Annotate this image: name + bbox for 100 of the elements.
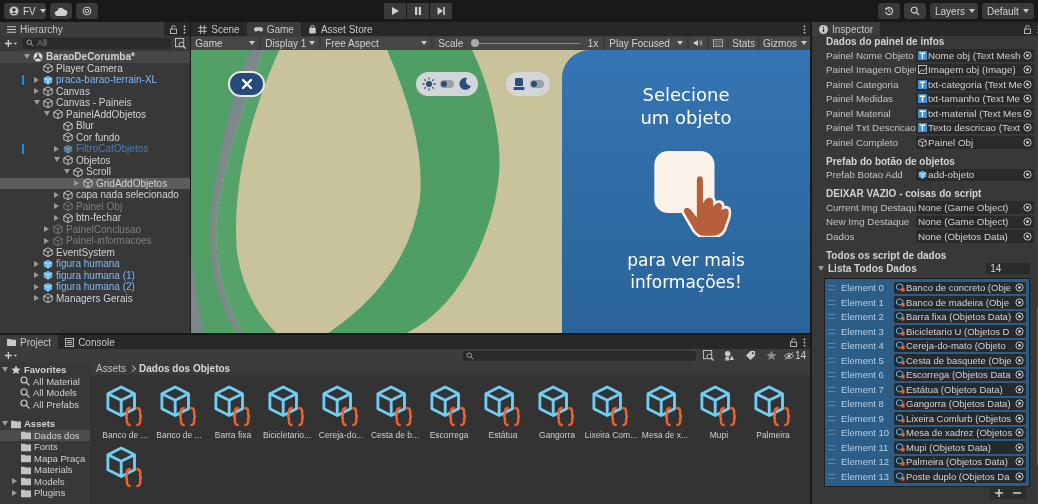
hierarchy-item[interactable]: EventSystem bbox=[0, 246, 191, 258]
drag-handle-icon[interactable] bbox=[828, 328, 835, 334]
layers-dropdown[interactable]: Layers bbox=[930, 3, 978, 19]
folder-item[interactable]: Models bbox=[0, 475, 90, 487]
mute-audio-button[interactable] bbox=[689, 36, 708, 50]
expand-arrow-icon[interactable] bbox=[34, 88, 40, 95]
theme-toggle[interactable] bbox=[416, 72, 479, 96]
object-field[interactable]: Bicicletario U (Objetos D bbox=[894, 325, 1027, 338]
view-toggle[interactable] bbox=[506, 72, 551, 96]
more-icon[interactable] bbox=[803, 337, 806, 347]
scriptable-object-icon[interactable] bbox=[160, 385, 198, 427]
expand-arrow-icon[interactable] bbox=[818, 265, 824, 272]
breadcrumb-link[interactable]: Assets bbox=[96, 363, 126, 374]
object-field[interactable]: Cesta de basquete (Obje bbox=[894, 354, 1027, 367]
pause-button[interactable] bbox=[407, 3, 429, 19]
drag-handle-icon[interactable] bbox=[828, 343, 835, 349]
display-dropdown[interactable]: Display 1 bbox=[261, 36, 320, 50]
drag-handle-icon[interactable] bbox=[828, 386, 835, 392]
object-field[interactable]: Cereja-do-mato (Objeto bbox=[894, 339, 1027, 352]
object-field[interactable]: txt-categoria (Text Me bbox=[916, 78, 1035, 91]
hierarchy-item[interactable]: PainelAddObjetos bbox=[0, 108, 191, 120]
drag-handle-icon[interactable] bbox=[828, 459, 835, 465]
object-field[interactable]: Barra fixa (Objetos Data) bbox=[894, 310, 1027, 323]
search-button[interactable] bbox=[904, 3, 926, 19]
scriptable-object-icon[interactable] bbox=[646, 385, 684, 427]
display-mode-dropdown[interactable]: Game bbox=[191, 36, 260, 50]
hierarchy-item[interactable]: Cor fundo bbox=[0, 131, 191, 143]
folder-item[interactable]: Dados dos bbox=[0, 429, 90, 441]
object-field[interactable]: Imagem obj (Image) bbox=[916, 63, 1035, 76]
scriptable-object-icon[interactable] bbox=[484, 385, 522, 427]
object-field[interactable]: Banco de madeira (Obje bbox=[894, 296, 1027, 309]
scriptable-object-icon[interactable] bbox=[376, 385, 414, 427]
scene-search-icon[interactable] bbox=[175, 37, 187, 49]
hierarchy-item[interactable]: Managers Gerais bbox=[0, 292, 191, 304]
object-field[interactable]: Nome obj (Text Mesh bbox=[916, 49, 1035, 62]
folder-item[interactable]: Fonts bbox=[0, 441, 90, 453]
hierarchy-item[interactable]: capa nada selecionado bbox=[0, 189, 191, 201]
view-tab[interactable]: Game bbox=[246, 22, 301, 36]
history-button[interactable] bbox=[878, 3, 900, 19]
view-tab[interactable]: Asset Store bbox=[300, 22, 380, 36]
inspector-tab[interactable]: Inspector bbox=[812, 22, 881, 36]
drag-handle-icon[interactable] bbox=[828, 357, 835, 363]
breadcrumb-link[interactable]: Dados dos Objetos bbox=[139, 363, 231, 374]
object-field[interactable]: Gangorra (Objetos Data) bbox=[894, 397, 1027, 410]
tag-icon[interactable] bbox=[744, 350, 756, 361]
more-icon[interactable] bbox=[183, 24, 186, 34]
object-field[interactable]: Escorrega (Objetos Data bbox=[894, 368, 1027, 381]
search-field[interactable]: All bbox=[22, 37, 172, 49]
scriptable-object-icon[interactable] bbox=[430, 385, 468, 427]
hierarchy-item[interactable]: Player Camera bbox=[0, 62, 191, 74]
hierarchy-item[interactable]: GridAddObjetos bbox=[0, 177, 191, 189]
search-scene-icon[interactable] bbox=[702, 350, 714, 361]
object-field[interactable]: Banco de concreto (Obje bbox=[894, 281, 1027, 294]
hierarchy-item[interactable]: praca-barao-terrain-XL bbox=[0, 74, 191, 86]
expand-arrow-icon[interactable] bbox=[44, 226, 50, 233]
scriptable-object-icon[interactable] bbox=[106, 446, 144, 488]
keyboard-button[interactable] bbox=[709, 36, 728, 50]
hierarchy-item[interactable]: BaraoDeCorumba* bbox=[0, 51, 191, 63]
scriptable-object-icon[interactable] bbox=[538, 385, 576, 427]
drag-handle-icon[interactable] bbox=[828, 372, 835, 378]
scriptable-object-icon[interactable] bbox=[700, 385, 738, 427]
expand-arrow-icon[interactable] bbox=[54, 214, 60, 221]
favorite-search-item[interactable]: All Material bbox=[0, 375, 90, 387]
favorite-search-item[interactable]: All Prefabs bbox=[0, 398, 90, 410]
drag-handle-icon[interactable] bbox=[828, 401, 835, 407]
expand-arrow-icon[interactable] bbox=[44, 237, 50, 244]
drag-handle-icon[interactable] bbox=[828, 473, 835, 479]
scriptable-object-icon[interactable] bbox=[106, 385, 144, 427]
expand-arrow-icon[interactable] bbox=[34, 295, 40, 302]
account-button[interactable]: FV bbox=[4, 3, 46, 19]
object-field[interactable]: None (Game Object) bbox=[916, 201, 1035, 214]
object-field[interactable]: txt-tamanho (Text Me bbox=[916, 92, 1035, 105]
lock-icon[interactable] bbox=[1024, 24, 1032, 34]
filter-type-icon[interactable] bbox=[723, 350, 735, 361]
drag-handle-icon[interactable] bbox=[828, 444, 835, 450]
scriptable-object-icon[interactable] bbox=[322, 385, 360, 427]
panel-tab[interactable]: Console bbox=[58, 335, 122, 349]
object-field[interactable]: Poste duplo (Objetos Da bbox=[894, 470, 1027, 483]
object-field[interactable]: add-objeto bbox=[916, 168, 1035, 181]
hidden-packages-button[interactable]: 14 bbox=[783, 350, 806, 361]
step-button[interactable] bbox=[430, 3, 452, 19]
object-field[interactable]: Lixeira Comlurb (Objetos bbox=[894, 412, 1027, 425]
drag-handle-icon[interactable] bbox=[828, 299, 835, 305]
drag-handle-icon[interactable] bbox=[828, 430, 835, 436]
hierarchy-item[interactable]: Canvas bbox=[0, 85, 191, 97]
hierarchy-item[interactable]: Canvas - Paineis bbox=[0, 97, 191, 109]
more-icon[interactable] bbox=[803, 24, 806, 34]
view-tab[interactable]: Scene bbox=[191, 22, 247, 36]
layout-dropdown[interactable]: Default bbox=[982, 3, 1034, 19]
scriptable-object-icon[interactable] bbox=[592, 385, 630, 427]
gizmos-dropdown[interactable]: Gizmos bbox=[760, 36, 810, 50]
object-field[interactable]: None (Objetos Data) bbox=[916, 230, 1035, 243]
hierarchy-tab[interactable]: Hierarchy bbox=[0, 22, 164, 36]
object-field[interactable]: Painel Obj bbox=[916, 136, 1035, 149]
folder-item[interactable]: Materials bbox=[0, 464, 90, 476]
add-menu-icon[interactable] bbox=[4, 38, 18, 48]
star-icon[interactable] bbox=[765, 350, 777, 361]
hierarchy-item[interactable]: figura humana bbox=[0, 258, 191, 270]
expand-arrow-icon[interactable] bbox=[54, 191, 60, 198]
hierarchy-item[interactable]: Objetos bbox=[0, 154, 191, 166]
